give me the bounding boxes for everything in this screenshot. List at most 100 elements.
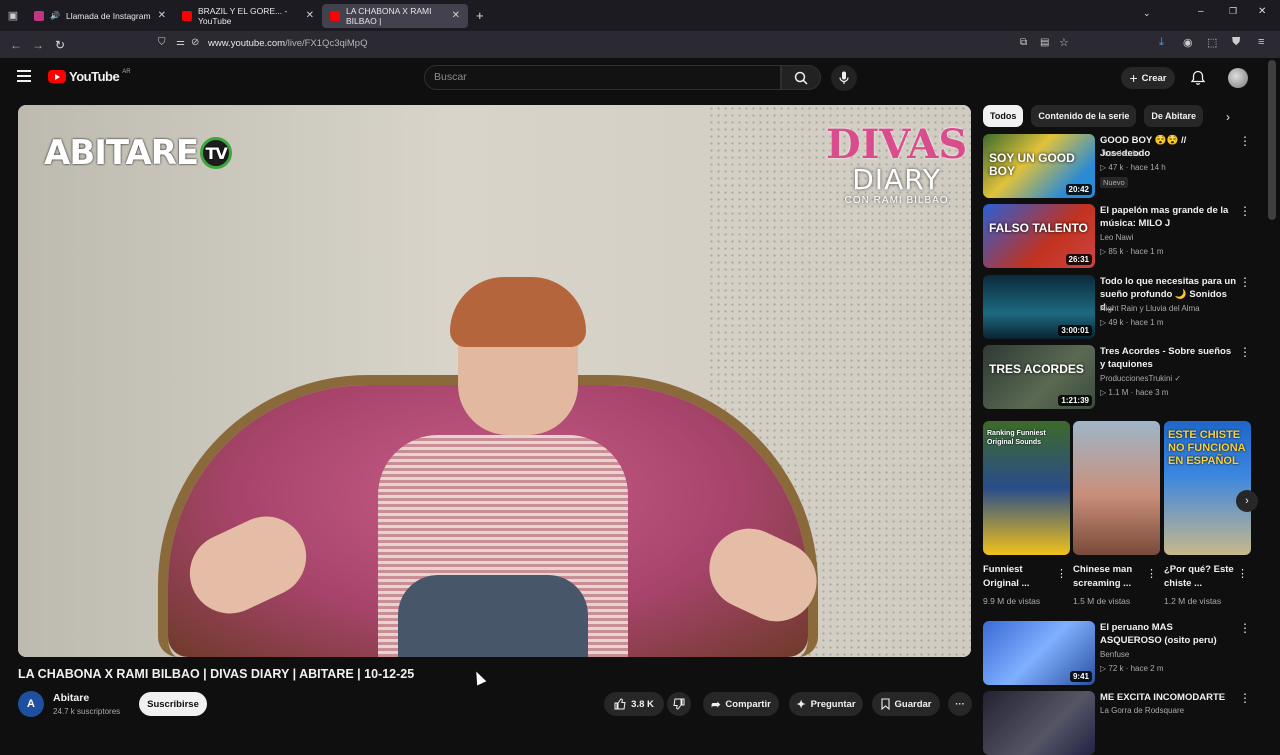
recommendation-item[interactable]: 9:41 El peruano MAS ASQUEROSO (osito peru… <box>983 621 1263 685</box>
recommendation-item[interactable]: TRES ACORDES 1:21:39 Tres Acordes - Sobre … <box>983 345 1263 409</box>
share-icon: ➦ <box>711 698 721 711</box>
account-icon[interactable]: ◉ <box>1183 36 1193 49</box>
hamburger-menu-icon[interactable]: ≡ <box>1258 36 1264 48</box>
recommendation-channel[interactable]: La Gorra de Rodsquare <box>1100 706 1184 715</box>
reader-icon[interactable]: ⧉ <box>1020 37 1027 48</box>
youtube-icon <box>182 10 192 21</box>
no-track-icon[interactable]: ⊘ <box>191 37 199 48</box>
more-options-icon[interactable]: ⋮ <box>1239 275 1251 289</box>
video-thumbnail[interactable] <box>983 691 1095 755</box>
close-icon[interactable]: ✕ <box>452 10 460 21</box>
chip-abitare[interactable]: De Abitare <box>1144 105 1204 127</box>
reload-icon[interactable]: ↻ <box>49 34 71 56</box>
search-input[interactable]: Buscar <box>424 65 781 90</box>
recommendation-stats: 47 k · hace 14 h <box>1108 163 1166 172</box>
like-button[interactable]: 3.8 K <box>604 692 664 716</box>
video-thumbnail[interactable]: 9:41 <box>983 621 1095 685</box>
forward-icon[interactable]: → <box>27 34 49 56</box>
more-options-icon[interactable]: ⋮ <box>1239 621 1251 635</box>
share-button[interactable]: ➦ Compartir <box>703 692 779 716</box>
close-icon[interactable]: ✕ <box>158 10 166 21</box>
like-count: 3.8 K <box>631 698 654 710</box>
subscribe-button[interactable]: Suscribirse <box>139 692 207 716</box>
pip-icon[interactable]: ▤ <box>1040 37 1049 48</box>
recommendation-item[interactable]: SOY UN GOOD BOY 20:42 GOOD BOY 😵😵 // Josed… <box>983 134 1263 198</box>
user-avatar[interactable] <box>1228 68 1248 88</box>
chip-series[interactable]: Contenido de la serie <box>1031 105 1137 127</box>
channel-avatar[interactable]: A <box>18 691 44 717</box>
recommendation-channel[interactable]: Leo Nawi <box>1100 233 1133 242</box>
addon-icon[interactable]: ⛊ <box>1232 36 1240 49</box>
tab-label: BRAZIL Y EL GORE... - YouTube <box>198 5 288 26</box>
dislike-button[interactable] <box>667 692 691 716</box>
more-options-icon[interactable]: ⋮ <box>1146 567 1157 580</box>
chevron-down-icon[interactable]: ⌄ <box>1143 8 1151 19</box>
video-thumbnail[interactable]: TRES ACORDES 1:21:39 <box>983 345 1095 409</box>
more-options-icon[interactable]: ⋮ <box>1239 204 1251 218</box>
share-label: Compartir <box>725 698 771 710</box>
recommendation-channel[interactable]: Benfuse <box>1100 650 1129 659</box>
new-tab-icon[interactable]: + <box>476 8 484 23</box>
more-options-icon[interactable]: ⋮ <box>1239 691 1251 705</box>
shorts-next-button[interactable]: › <box>1236 490 1258 512</box>
recommendation-title[interactable]: El peruano MAS ASQUEROSO (osito peru) <box>1100 621 1236 647</box>
video-thumbnail[interactable]: SOY UN GOOD BOY 20:42 <box>983 134 1095 198</box>
back-icon[interactable]: ← <box>5 34 27 56</box>
url-bar[interactable]: www.youtube.com/live/FX1Qc3qiMpQ <box>208 38 367 49</box>
recommendation-item[interactable]: 3:00:01 Todo lo que necesitas para un sue… <box>983 275 1263 339</box>
recommendation-item[interactable]: FALSO TALENTO 26:31 El papelón mas grande … <box>983 204 1263 268</box>
overlay-right-line-3: CON RAMI BILBAO <box>844 195 949 206</box>
channel-name[interactable]: Abitare <box>53 692 89 704</box>
chip-todos[interactable]: Todos <box>983 105 1024 127</box>
short-thumbnail[interactable]: ESTE CHISTE NO FUNCIONA EN ESPAÑOL <box>1164 421 1251 555</box>
youtube-logo[interactable]: YouTube AR <box>48 69 131 84</box>
more-options-icon[interactable]: ⋮ <box>1239 134 1251 148</box>
extensions-icon[interactable]: ⬚ <box>1207 36 1217 49</box>
browser-tab-active[interactable]: LA CHABONA X RAMI BILBAO | ✕ <box>322 3 468 28</box>
page-scrollbar[interactable] <box>1268 60 1276 220</box>
video-thumbnail[interactable]: 3:00:01 <box>983 275 1095 339</box>
save-button[interactable]: Guardar <box>872 692 940 716</box>
browser-tab-instagram[interactable]: 🔊 Llamada de Instagram ✕ <box>26 0 174 31</box>
more-options-icon[interactable]: ⋮ <box>1056 567 1067 580</box>
shield-icon[interactable]: ⛉ <box>158 37 166 48</box>
search-button[interactable] <box>781 65 821 90</box>
bookmark-star-icon[interactable]: ☆ <box>1059 36 1069 49</box>
browser-tab-brazil[interactable]: BRAZIL Y EL GORE... - YouTube ✕ <box>174 0 322 31</box>
recommendation-channel[interactable]: Night Rain y Lluvia del Alma <box>1100 304 1200 313</box>
recommendation-title[interactable]: ME EXCITA INCOMODARTE <box>1100 691 1236 704</box>
voice-search-button[interactable] <box>831 65 857 91</box>
minimize-icon[interactable]: – <box>1198 6 1204 17</box>
recommendation-title[interactable]: El papelón mas grande de la música: MILO… <box>1100 204 1236 230</box>
create-button[interactable]: + Crear <box>1121 67 1175 89</box>
short-thumbnail[interactable]: Ranking Funniest Original Sounds <box>983 421 1070 555</box>
recommendation-channel[interactable]: ProduccionesTrukini ✓ <box>1100 374 1181 383</box>
video-duration: 1:21:39 <box>1058 395 1092 406</box>
permissions-icon[interactable]: ⚌ <box>176 37 185 48</box>
more-options-icon[interactable]: ⋮ <box>1237 567 1248 580</box>
chevron-right-icon[interactable]: › <box>1226 110 1230 124</box>
microphone-icon <box>839 71 849 84</box>
tab-label: Llamada de Instagram <box>65 10 151 21</box>
ask-button[interactable]: ✦ Preguntar <box>789 692 863 716</box>
tab-list-icon[interactable]: ▣ <box>0 9 26 22</box>
short-title[interactable]: Chinese man screaming ... <box>1073 563 1143 591</box>
recommendation-channel[interactable]: Josedeodo <box>1100 149 1139 158</box>
video-thumbnail[interactable]: FALSO TALENTO 26:31 <box>983 204 1095 268</box>
more-options-icon[interactable]: ⋮ <box>1239 345 1251 359</box>
recommendation-title[interactable]: Tres Acordes - Sobre sueños y taquiones <box>1100 345 1236 371</box>
bookmark-icon <box>880 698 890 710</box>
restore-icon[interactable]: ❐ <box>1229 6 1237 17</box>
short-thumbnail[interactable] <box>1073 421 1160 555</box>
recommendation-item[interactable]: ME EXCITA INCOMODARTE La Gorra de Rodsqua… <box>983 691 1263 755</box>
download-icon[interactable]: ⤓ <box>1159 36 1164 49</box>
close-icon[interactable]: ✕ <box>306 10 314 21</box>
video-duration: 26:31 <box>1065 254 1092 265</box>
short-title[interactable]: ¿Por qué? Este chiste ... <box>1164 563 1234 591</box>
short-title[interactable]: Funniest Original ... <box>983 563 1053 591</box>
guide-menu-icon[interactable] <box>17 70 31 82</box>
notifications-bell-icon[interactable] <box>1190 70 1206 86</box>
more-actions-button[interactable]: ··· <box>948 692 972 716</box>
video-player[interactable]: ABITARE TV DIVAS DIARY CON RAMI BILBAO <box>18 105 971 657</box>
window-close-icon[interactable]: ✕ <box>1258 6 1266 17</box>
